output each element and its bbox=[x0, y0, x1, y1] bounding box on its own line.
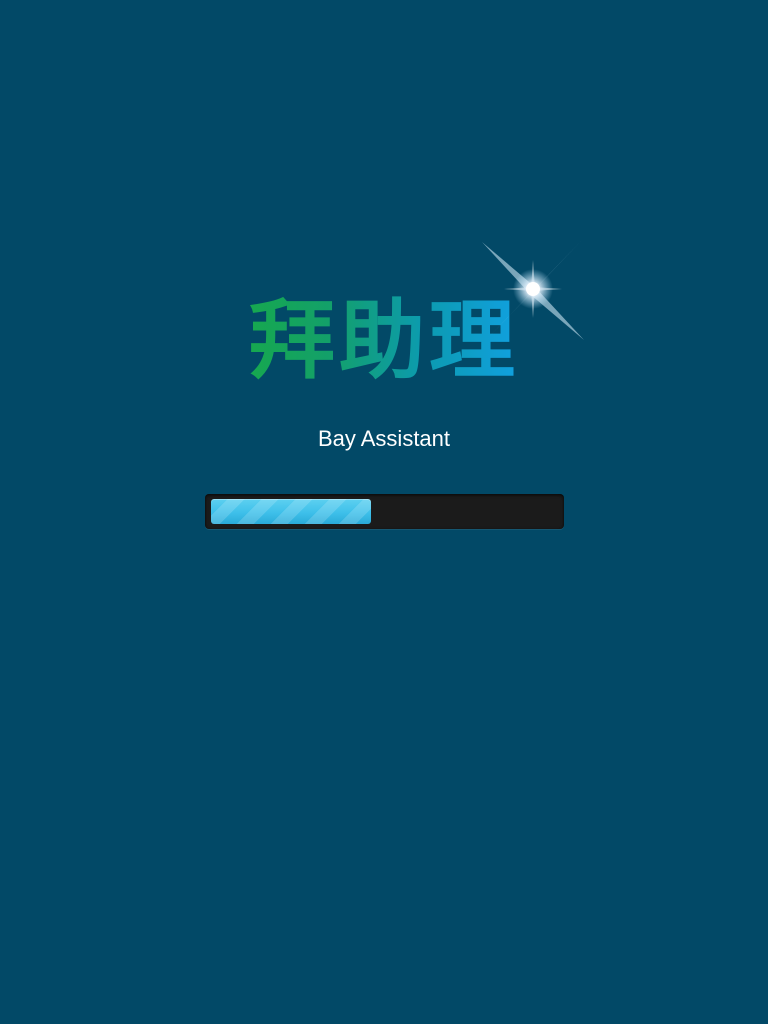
app-subtitle: Bay Assistant bbox=[317, 426, 451, 451]
loading-progress-bar bbox=[205, 494, 564, 529]
loading-progress-fill bbox=[211, 499, 371, 524]
app-logo: 拜助理 bbox=[0, 290, 768, 392]
splash-screen: 拜助理 Bay Assistant bbox=[0, 0, 768, 1024]
app-logo-text: 拜助理 bbox=[249, 291, 519, 391]
